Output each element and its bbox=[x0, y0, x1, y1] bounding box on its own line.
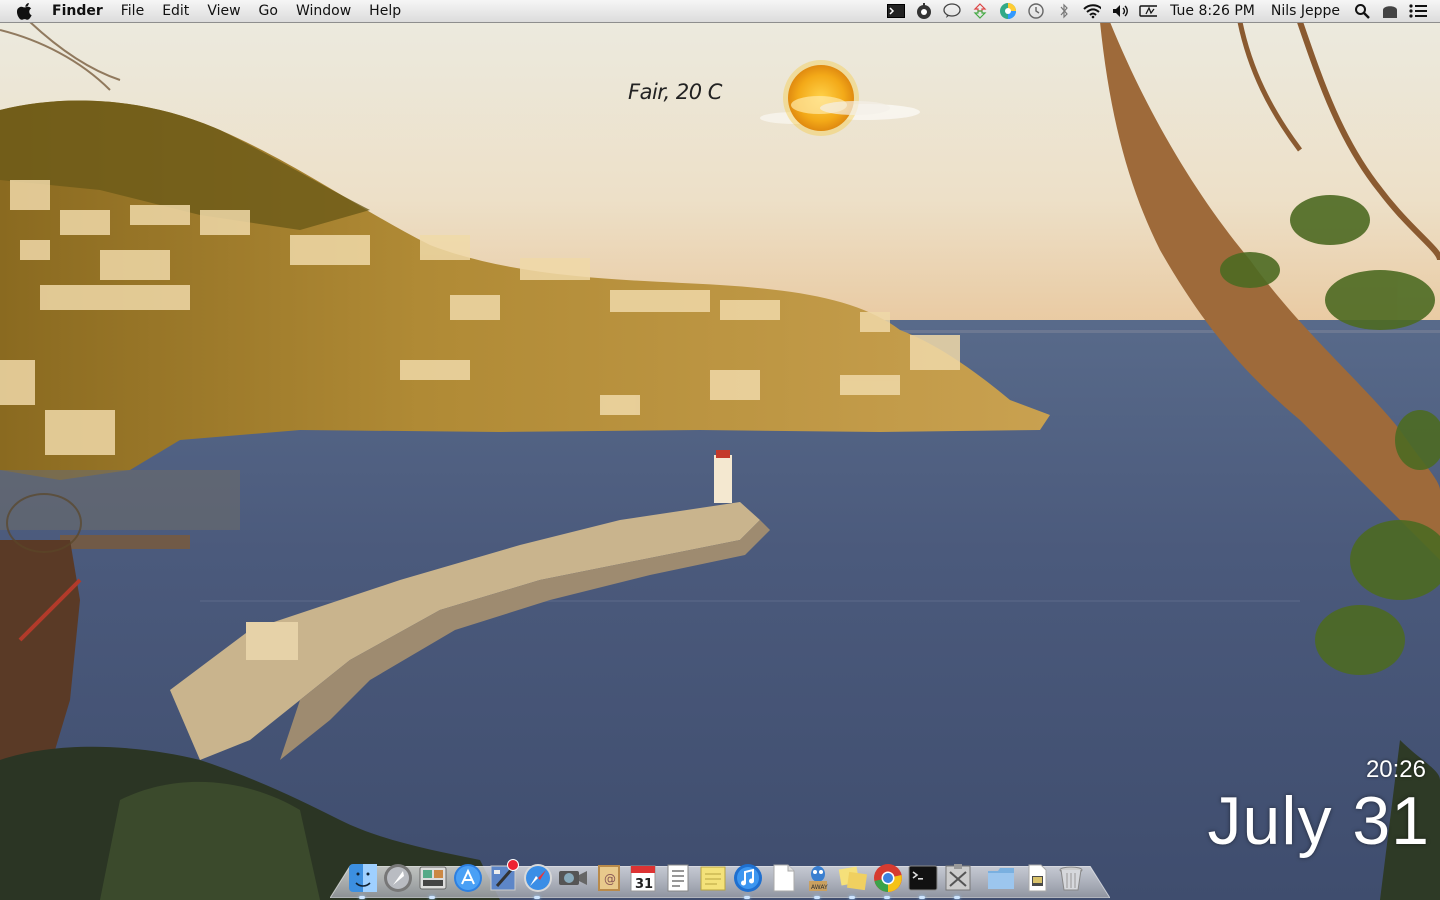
notification-badge bbox=[507, 859, 519, 871]
time-machine-icon[interactable] bbox=[1027, 3, 1045, 19]
wifi-icon[interactable] bbox=[1083, 3, 1102, 19]
dock-trash-icon[interactable] bbox=[1054, 861, 1087, 894]
search-icon[interactable] bbox=[1353, 3, 1371, 19]
dock-documents-stack-icon[interactable] bbox=[1019, 861, 1052, 894]
sun-cloud-icon bbox=[760, 60, 920, 136]
dock-terminal-icon[interactable] bbox=[906, 861, 939, 899]
running-indicator bbox=[884, 896, 890, 899]
desktop-wallpaper bbox=[0, 0, 1440, 900]
dock-launchpad-icon[interactable] bbox=[381, 861, 414, 894]
running-indicator bbox=[814, 896, 820, 899]
dock-adium-icon[interactable]: AWAY bbox=[801, 861, 834, 899]
dock-xcode-icon[interactable] bbox=[486, 859, 519, 894]
running-indicator bbox=[849, 896, 855, 899]
running-indicator bbox=[919, 896, 925, 899]
transfer-icon[interactable] bbox=[971, 3, 989, 19]
dock-contacts-icon[interactable]: @ bbox=[591, 861, 624, 894]
menu-app-name[interactable]: Finder bbox=[46, 0, 112, 22]
menu-view[interactable]: View bbox=[198, 0, 249, 22]
chat-bubble-icon[interactable] bbox=[943, 3, 961, 19]
dock-finder-icon[interactable] bbox=[346, 861, 379, 899]
dock-network-utility-icon[interactable] bbox=[941, 861, 974, 899]
gauge-icon[interactable] bbox=[915, 3, 933, 19]
running-indicator bbox=[954, 896, 960, 899]
menu-go[interactable]: Go bbox=[250, 0, 287, 22]
volume-icon[interactable] bbox=[1111, 3, 1129, 19]
dock-applications-folder-icon[interactable] bbox=[984, 861, 1017, 894]
apple-menu-icon[interactable] bbox=[14, 1, 34, 21]
dock-app-store-icon[interactable] bbox=[451, 861, 484, 894]
dock-calendar-icon[interactable]: 31 bbox=[626, 861, 659, 894]
dock-reminders-icon[interactable] bbox=[661, 861, 694, 894]
dock-photo-booth-icon[interactable] bbox=[416, 861, 449, 899]
notification-center-icon[interactable] bbox=[1409, 3, 1427, 19]
running-indicator bbox=[744, 896, 750, 899]
svg-text:AWAY: AWAY bbox=[811, 884, 828, 891]
profile-icon[interactable] bbox=[1381, 3, 1399, 19]
dock-facetime-icon[interactable] bbox=[556, 861, 589, 894]
bluetooth-icon[interactable] bbox=[1055, 3, 1073, 19]
terminal-icon[interactable] bbox=[887, 3, 906, 19]
dock-separator bbox=[976, 861, 984, 894]
color-wheel-icon[interactable] bbox=[999, 3, 1017, 19]
clock-widget-date: July 31 bbox=[1207, 783, 1430, 859]
dock-notes-icon[interactable] bbox=[696, 861, 729, 894]
dock-safari-icon[interactable] bbox=[521, 861, 554, 899]
user-name[interactable]: Nils Jeppe bbox=[1263, 0, 1348, 22]
menu-bar: Finder File Edit View Go Window Help Tue… bbox=[0, 0, 1440, 23]
menu-help[interactable]: Help bbox=[360, 0, 410, 22]
dock: @ 31 AWAY bbox=[346, 856, 1089, 899]
running-indicator bbox=[429, 896, 435, 899]
menu-window[interactable]: Window bbox=[287, 0, 360, 22]
svg-text:@: @ bbox=[604, 872, 616, 886]
battery-icon[interactable] bbox=[1139, 3, 1158, 19]
clock-widget-time: 20:26 bbox=[1365, 756, 1426, 783]
menu-file[interactable]: File bbox=[112, 0, 153, 22]
menu-edit[interactable]: Edit bbox=[153, 0, 198, 22]
running-indicator bbox=[534, 896, 540, 899]
dock-text-document-icon[interactable] bbox=[766, 861, 799, 894]
dock-stickies-icon[interactable] bbox=[836, 861, 869, 899]
running-indicator bbox=[359, 896, 365, 899]
menubar-clock[interactable]: Tue 8:26 PM bbox=[1162, 0, 1263, 22]
desktop-widget-ring bbox=[6, 493, 82, 553]
calendar-day: 31 bbox=[635, 877, 653, 892]
dock-itunes-icon[interactable] bbox=[731, 861, 764, 899]
dock-chrome-icon[interactable] bbox=[871, 861, 904, 899]
weather-text: Fair, 20 C bbox=[628, 80, 722, 104]
